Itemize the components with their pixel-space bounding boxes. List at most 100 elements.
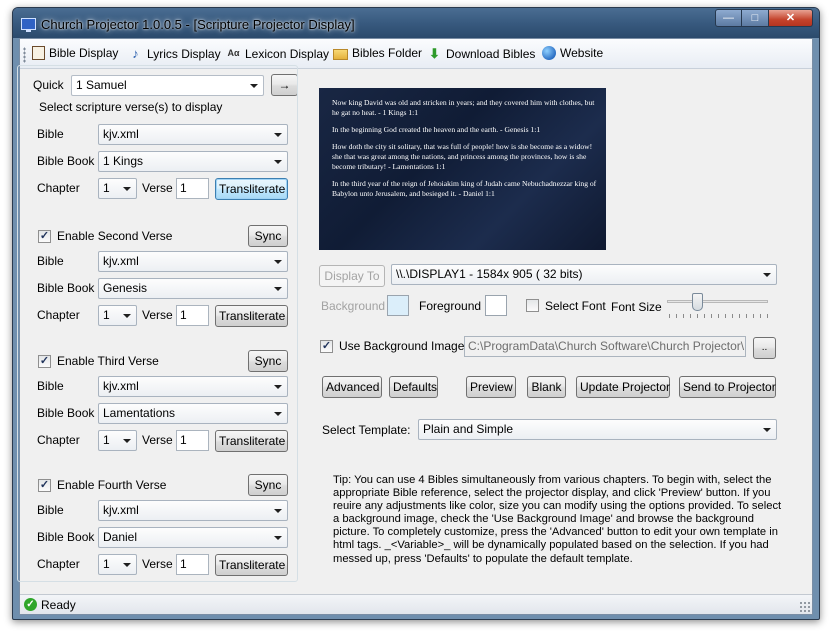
minimize-button[interactable]: — [715,9,742,27]
tip-text: Tip: You can use 4 Bibles simultaneously… [333,474,782,565]
chevron-down-icon [123,563,131,567]
enable-third-verse-checkbox[interactable]: ✓ [38,355,51,368]
enable-fourth-verse-label: Enable Fourth Verse [57,478,167,492]
enable-fourth-verse-checkbox[interactable]: ✓ [38,479,51,492]
book-select-1[interactable]: 1 Kings [98,151,288,172]
maximize-button[interactable]: □ [742,9,769,27]
chapter-label: Chapter [37,308,80,322]
menu-label: Download Bibles [446,46,536,61]
foreground-label: Foreground [419,299,482,313]
bible-select-4[interactable]: kjv.xml [98,500,288,521]
book-value: 1 Kings [103,154,144,168]
chapter-value: 1 [103,181,110,195]
menu-bible-display[interactable]: Bible Display [32,46,118,60]
send-to-projector-button[interactable]: Send to Projector [679,376,776,398]
enable-second-verse-checkbox[interactable]: ✓ [38,230,51,243]
menu-label: Lexicon Display [245,46,330,61]
close-button[interactable]: ✕ [769,9,813,27]
chapter-label: Chapter [37,557,80,571]
sync-button-3[interactable]: Sync [248,350,288,372]
bible-select-3[interactable]: kjv.xml [98,376,288,397]
chapter-value: 1 [103,308,110,322]
chapter-value: 1 [103,433,110,447]
chapter-select-1[interactable]: 1 [98,178,137,199]
menu-lyrics-display[interactable]: ♪ Lyrics Display [128,46,220,61]
chevron-down-icon [274,160,282,164]
bible-select-2[interactable]: kjv.xml [98,251,288,272]
use-background-image-label: Use Background Image [339,339,465,353]
book-value: Genesis [103,281,148,295]
bible-value: kjv.xml [103,127,139,141]
bible-label: Bible [37,127,64,141]
transliterate-button-3[interactable]: Transliterate [215,430,288,452]
chapter-label: Chapter [37,433,80,447]
chapter-select-2[interactable]: 1 [98,305,137,326]
verse-input-2[interactable]: 1 [176,305,209,326]
verse-label: Verse [142,433,173,447]
menu-bibles-folder[interactable]: Bibles Folder [333,46,422,60]
resize-grip[interactable] [799,601,810,612]
chapter-select-4[interactable]: 1 [98,554,137,575]
bible-book-label: Bible Book [37,406,95,420]
menu-lexicon-display[interactable]: Aα Lexicon Display [226,46,329,61]
enable-second-verse-label: Enable Second Verse [57,229,173,243]
background-image-path[interactable]: C:\ProgramData\Church Software\Church Pr… [464,336,746,357]
chevron-down-icon [274,260,282,264]
display-to-button[interactable]: Display To [319,265,385,287]
sync-button-4[interactable]: Sync [248,474,288,496]
transliterate-button-1[interactable]: Transliterate [215,178,288,200]
book-select-4[interactable]: Daniel [98,527,288,548]
verse-input-3[interactable]: 1 [176,430,209,451]
browse-button[interactable]: .. [753,337,776,359]
verse-input-4[interactable]: 1 [176,554,209,575]
chapter-value: 1 [103,557,110,571]
verse-label: Verse [142,308,173,322]
menu-website[interactable]: Website [542,46,603,60]
chevron-down-icon [123,314,131,318]
music-note-icon: ♪ [132,46,139,61]
use-background-image-checkbox[interactable]: ✓ [320,340,333,353]
verse-label: Verse [142,557,173,571]
chevron-down-icon [274,385,282,389]
toolbar-grip[interactable] [23,47,26,63]
template-select[interactable]: Plain and Simple [418,419,777,440]
select-font-checkbox[interactable] [526,299,539,312]
bible-label: Bible [37,503,64,517]
menu-download-bibles[interactable]: ⬇ Download Bibles [427,46,535,61]
template-value: Plain and Simple [423,422,514,436]
book-select-2[interactable]: Genesis [98,278,288,299]
book-select-3[interactable]: Lamentations [98,403,288,424]
blank-button[interactable]: Blank [527,376,566,398]
defaults-button[interactable]: Defaults [389,376,438,398]
font-size-slider-thumb[interactable] [692,293,703,311]
globe-icon [542,46,556,60]
bible-book-label: Bible Book [37,154,95,168]
bible-label: Bible [37,254,64,268]
foreground-color-swatch[interactable] [485,295,507,316]
chapter-select-3[interactable]: 1 [98,430,137,451]
bible-value: kjv.xml [103,254,139,268]
display-value: \\.\DISPLAY1 - 1584x 905 ( 32 bits) [396,267,583,281]
background-color-swatch[interactable] [387,295,409,316]
sync-button-2[interactable]: Sync [248,225,288,247]
chevron-down-icon [274,133,282,137]
book-value: Daniel [103,530,138,544]
transliterate-button-4[interactable]: Transliterate [215,554,288,576]
preview-button[interactable]: Preview [466,376,516,398]
monitor-icon [21,18,36,32]
bible-select-1[interactable]: kjv.xml [98,124,288,145]
chevron-down-icon [274,287,282,291]
select-font-label: Select Font [545,299,606,313]
font-size-slider[interactable] [667,300,768,303]
transliterate-button-2[interactable]: Transliterate [215,305,288,327]
menu-label: Website [560,46,604,60]
update-projector-button[interactable]: Update Projector [576,376,670,398]
font-size-label: Font Size [611,300,662,314]
display-select[interactable]: \\.\DISPLAY1 - 1584x 905 ( 32 bits) [391,264,777,285]
preview-verse-2: In the beginning God created the heaven … [332,125,541,134]
folder-icon [333,48,348,60]
chevron-down-icon [123,439,131,443]
advanced-button[interactable]: Advanced [322,376,382,398]
title-bar[interactable]: Church Projector 1.0.0.5 - [Scripture Pr… [13,8,819,38]
verse-input-1[interactable]: 1 [176,178,209,199]
